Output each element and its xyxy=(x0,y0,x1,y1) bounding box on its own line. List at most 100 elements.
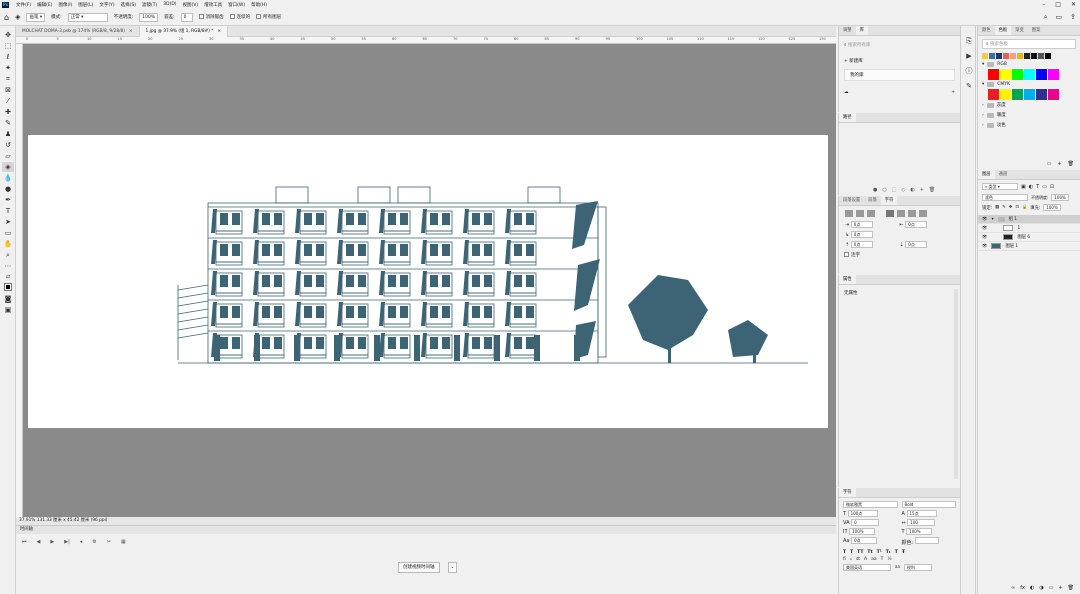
space-before-field[interactable]: ⇡ 0点 xyxy=(845,241,900,248)
link-layers-icon[interactable]: ∞ xyxy=(1011,585,1015,591)
menu-image[interactable]: 图像(I) xyxy=(55,2,75,8)
filter-type-icon[interactable]: T xyxy=(1036,184,1039,190)
blur-tool-icon[interactable]: 💧 xyxy=(2,173,14,183)
color-swatch[interactable] xyxy=(1036,89,1047,100)
align-center-icon[interactable] xyxy=(856,210,864,217)
close-icon[interactable]: ✕ xyxy=(1071,0,1076,9)
color-swatch[interactable] xyxy=(1000,69,1011,80)
color-swatch[interactable] xyxy=(1048,89,1059,100)
split-icon[interactable]: ✂ xyxy=(107,539,111,545)
new-library-button[interactable]: + 新建库 xyxy=(839,56,960,66)
underline-button[interactable]: T xyxy=(895,550,898,555)
color-swatch[interactable] xyxy=(1024,69,1035,80)
menu-filter[interactable]: 滤镜(T) xyxy=(139,2,160,8)
more-tools-icon[interactable]: ⋯ xyxy=(2,261,14,271)
color-swatch[interactable] xyxy=(1017,53,1023,59)
brush-tool-icon[interactable]: ✎ xyxy=(2,118,14,128)
all-caps-button[interactable]: TT xyxy=(857,550,863,555)
color-swatch[interactable] xyxy=(982,53,988,59)
align-left-icon[interactable] xyxy=(845,210,853,217)
indent-right-field[interactable]: ⇤ 0点 xyxy=(900,221,955,228)
tab-adjustments[interactable]: 调整 xyxy=(839,26,856,35)
new-swatch-icon[interactable]: + xyxy=(1057,161,1061,167)
adjustment-layer-icon[interactable]: ◑ xyxy=(1039,585,1043,591)
actions-icon[interactable]: ▶ xyxy=(963,50,975,62)
tab-color[interactable]: 颜色 xyxy=(978,26,995,35)
move-tool-icon[interactable]: ✥ xyxy=(2,30,14,40)
hyphenate-option[interactable]: 连字 xyxy=(839,250,960,260)
magic-wand-tool-icon[interactable]: ✦ xyxy=(2,63,14,73)
justify-last-right-icon[interactable] xyxy=(908,210,916,217)
color-swatch[interactable] xyxy=(988,69,999,80)
filter-smart-icon[interactable]: ⊡ xyxy=(1050,184,1054,190)
hyphenate-checkbox[interactable] xyxy=(844,252,849,257)
tab-paragraph[interactable]: 段落 xyxy=(864,196,881,205)
ordinals-icon[interactable]: T xyxy=(881,557,884,562)
layer-style-icon[interactable]: fx xyxy=(1020,585,1025,591)
paint-bucket-icon[interactable]: ◈ xyxy=(15,13,20,21)
vertical-scale-field[interactable]: IT 100% xyxy=(843,528,898,535)
filter-adjust-icon[interactable]: ◐ xyxy=(1029,184,1033,190)
color-swatch[interactable] xyxy=(1012,89,1023,100)
frame-tool-icon[interactable]: ⊠ xyxy=(2,85,14,95)
swap-colors-icon[interactable]: ⇄ xyxy=(2,272,14,282)
faux-italic-button[interactable]: T xyxy=(850,550,853,555)
font-size-field[interactable]: T 100点 xyxy=(843,510,898,517)
tab-character[interactable]: 字符 xyxy=(839,488,856,497)
stamp-tool-icon[interactable]: ♟ xyxy=(2,129,14,139)
justify-last-center-icon[interactable] xyxy=(897,210,905,217)
layer-row[interactable]: 👁 ▾ 组 1 xyxy=(978,215,1080,224)
visibility-icon[interactable]: 👁 xyxy=(982,215,987,224)
path-select-tool-icon[interactable]: ➤ xyxy=(2,217,14,227)
swatch-group-pale[interactable]: › 淡色 xyxy=(978,120,1080,130)
faux-bold-button[interactable]: T xyxy=(843,550,846,555)
load-selection-icon[interactable]: ⬚ xyxy=(892,187,897,193)
horizontal-scale-field[interactable]: T 100% xyxy=(902,528,957,535)
cloud-icon[interactable]: ☁ xyxy=(844,90,849,95)
eraser-tool-icon[interactable]: ▱ xyxy=(2,151,14,161)
swatch-group-rgb[interactable]: ▾ RGB xyxy=(978,60,1080,69)
properties-scrollbar[interactable] xyxy=(954,289,958,479)
fractions-icon[interactable]: ½ xyxy=(887,557,891,562)
new-layer-icon[interactable]: + xyxy=(1058,585,1062,591)
brush-settings-icon[interactable]: ✎ xyxy=(963,80,975,92)
tab-swatches[interactable]: 色板 xyxy=(994,26,1012,35)
menu-file[interactable]: 文件(F) xyxy=(13,2,34,8)
layer-filter-select[interactable]: ⌕ 类型 ▾ xyxy=(982,183,1018,190)
search-icon[interactable]: ⌕ xyxy=(1044,13,1048,22)
screen-mode-icon[interactable]: ▣ xyxy=(2,305,14,315)
play-icon[interactable]: ▶ xyxy=(50,539,54,545)
contiguous-checkbox[interactable] xyxy=(229,14,235,19)
color-swatches-icon[interactable] xyxy=(2,283,14,293)
settings-icon[interactable]: ⚙ xyxy=(92,539,96,545)
color-swatch[interactable] xyxy=(1036,69,1047,80)
zoom-tool-icon[interactable]: ⌕ xyxy=(2,250,14,260)
alternates-icon[interactable]: A xyxy=(864,557,867,562)
leading-field[interactable]: A 15点 xyxy=(902,510,957,517)
history-brush-tool-icon[interactable]: ↺ xyxy=(2,140,14,150)
font-family-select[interactable]: 微软雅黑 xyxy=(843,501,898,508)
opacity-input[interactable]: 100% xyxy=(139,12,159,22)
menu-help[interactable]: 帮助(H) xyxy=(248,2,270,8)
antialias-checkbox[interactable] xyxy=(198,14,204,19)
align-right-icon[interactable] xyxy=(867,210,875,217)
small-caps-button[interactable]: Tt xyxy=(867,550,872,555)
tab-patterns[interactable]: 图案 xyxy=(1028,26,1045,35)
color-swatch[interactable] xyxy=(1003,53,1009,59)
audio-icon[interactable]: ◂ xyxy=(80,539,83,545)
new-group-icon[interactable]: ▭ xyxy=(1047,161,1052,167)
justify-all-icon[interactable] xyxy=(919,210,927,217)
antialias-option[interactable]: 消除锯齿 xyxy=(198,14,224,20)
mode-select[interactable]: 正常 ▾ xyxy=(67,12,108,22)
share-icon[interactable]: ⇪ xyxy=(1070,13,1076,22)
color-swatch[interactable] xyxy=(1031,53,1037,59)
visibility-icon[interactable]: 👁 xyxy=(982,233,987,242)
lock-all-icon[interactable]: 🔒 xyxy=(1022,205,1027,210)
fill-source-select[interactable]: 画笔 ▾ xyxy=(26,12,46,22)
color-swatch[interactable] xyxy=(1045,53,1051,59)
close-tab-icon[interactable]: × xyxy=(129,29,133,34)
lock-image-icon[interactable]: ✎ xyxy=(1002,205,1006,210)
menu-type[interactable]: 文字(Y) xyxy=(96,2,117,8)
layer-row[interactable]: 👁 图层 1 xyxy=(978,242,1080,251)
color-swatch[interactable] xyxy=(1024,89,1035,100)
